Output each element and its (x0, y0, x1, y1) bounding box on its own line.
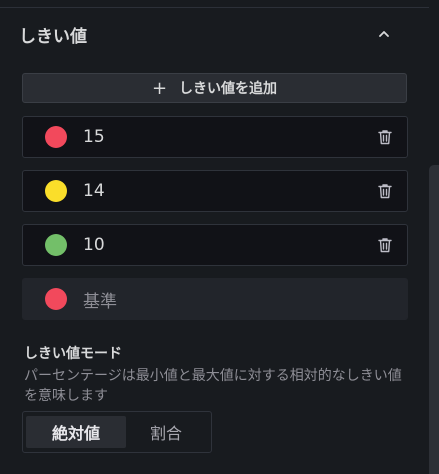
trash-icon[interactable] (375, 181, 395, 201)
add-threshold-button[interactable]: + しきい値を追加 (22, 73, 407, 103)
add-threshold-label: しきい値を追加 (179, 81, 278, 97)
mode-option-absolute[interactable]: 絶対値 (26, 416, 126, 448)
threshold-value-input[interactable]: 10 (83, 235, 375, 255)
threshold-mode-title: しきい値モード (24, 346, 122, 362)
chevron-up-icon[interactable] (377, 27, 391, 41)
trash-icon[interactable] (375, 235, 395, 255)
divider (0, 0, 429, 8)
section-title: しきい値 (19, 26, 87, 47)
threshold-row: 15 (22, 116, 408, 158)
threshold-row: 14 (22, 170, 408, 212)
threshold-mode-description: パーセンテージは最小値と最大値に対する相対的なしきい値を意味します (24, 368, 402, 404)
base-label: 基準 (83, 291, 117, 312)
threshold-mode-toggle: 絶対値 割合 (22, 411, 212, 453)
color-swatch[interactable] (45, 126, 67, 148)
threshold-value-input[interactable]: 14 (83, 181, 375, 201)
plus-icon: + (151, 77, 168, 99)
base-threshold-row: 基準 (22, 278, 408, 320)
scrollbar-thumb[interactable] (429, 165, 439, 474)
color-swatch[interactable] (45, 180, 67, 202)
mode-option-percentage[interactable]: 割合 (126, 416, 206, 448)
color-swatch[interactable] (45, 234, 67, 256)
thresholds-section-header[interactable]: しきい値 (0, 8, 429, 60)
color-swatch[interactable] (45, 288, 67, 310)
threshold-row: 10 (22, 224, 408, 266)
threshold-value-input[interactable]: 15 (83, 127, 375, 147)
trash-icon[interactable] (375, 127, 395, 147)
